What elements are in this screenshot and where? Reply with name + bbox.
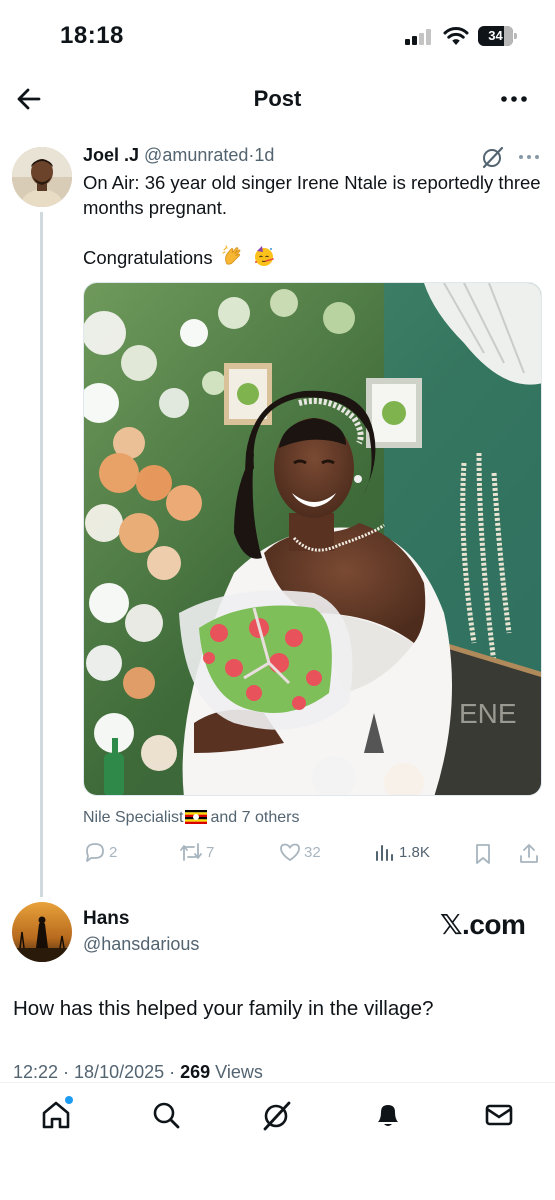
status-time: 18:18 xyxy=(60,22,124,49)
tweet-congrats-line: Congratulations xyxy=(83,245,275,270)
share-icon[interactable] xyxy=(517,842,541,866)
author-avatar[interactable] xyxy=(12,147,72,207)
reply-timestamp: 12:22 · 18/10/2025 · xyxy=(13,1062,181,1082)
x-com-watermark: 𝕏.com xyxy=(440,909,526,940)
reply-author-handle[interactable]: @hansdarious xyxy=(83,934,199,955)
tagged-users[interactable]: Nile Specialist and 7 others xyxy=(83,809,299,827)
repost-icon xyxy=(180,843,202,861)
views-count: 1.8K xyxy=(399,843,430,861)
reply-count: 2 xyxy=(109,843,118,861)
mail-icon xyxy=(485,1104,513,1126)
repost-count: 7 xyxy=(206,843,215,861)
thread-connector-line xyxy=(40,212,43,897)
nav-home[interactable] xyxy=(40,1096,73,1131)
wifi-icon xyxy=(443,27,469,45)
like-button[interactable]: 32 xyxy=(278,840,321,868)
reply-views-count: 269 xyxy=(180,1062,211,1082)
like-count: 32 xyxy=(304,843,321,861)
battery-level: 34 xyxy=(488,28,503,43)
reply-author-avatar[interactable] xyxy=(12,902,72,962)
status-bar: 18:18 34 xyxy=(0,0,555,70)
battery-icon: 34 xyxy=(478,26,518,46)
reply-icon xyxy=(86,843,104,862)
bell-icon xyxy=(378,1105,398,1126)
grok-nav-icon xyxy=(263,1101,291,1131)
author-handle[interactable]: @amunrated xyxy=(144,145,248,165)
views-chart-icon xyxy=(376,845,393,861)
reply-author-name[interactable]: Hans xyxy=(83,908,129,930)
post-time[interactable]: 1d xyxy=(254,145,274,165)
bottom-navigation xyxy=(0,1082,555,1200)
top-header: Post xyxy=(0,70,555,126)
reply-text: How has this helped your family in the v… xyxy=(13,997,434,1020)
tagged-first-user[interactable]: Nile Specialist xyxy=(83,809,183,826)
author-name[interactable]: Joel .J xyxy=(83,145,139,165)
tweet-photo[interactable]: ENE xyxy=(83,282,542,796)
heart-icon xyxy=(280,843,300,862)
search-icon xyxy=(153,1102,180,1129)
tweet-text: On Air: 36 year old singer Irene Ntale i… xyxy=(83,172,541,218)
nav-grok[interactable] xyxy=(261,1099,293,1131)
reply-views-label: Views xyxy=(210,1062,263,1082)
uganda-flag-icon xyxy=(185,810,208,824)
views-button[interactable]: 1.8K xyxy=(373,840,430,868)
tweet-actions: 2 7 32 1.8K xyxy=(83,840,543,868)
tagged-others[interactable]: and 7 others xyxy=(210,809,299,826)
nav-notifications[interactable] xyxy=(372,1099,404,1131)
reply-button[interactable]: 2 xyxy=(83,840,117,868)
author-row: Joel .J @amunrated·1d xyxy=(83,145,274,169)
bookmark-icon[interactable] xyxy=(472,842,494,866)
clapping-hands-icon xyxy=(222,245,241,265)
grok-icon[interactable] xyxy=(481,145,505,169)
partying-face-icon xyxy=(254,246,274,266)
repost-button[interactable]: 7 xyxy=(178,840,214,868)
tweet-more-icon[interactable] xyxy=(517,145,541,169)
more-options-icon[interactable] xyxy=(498,84,530,114)
nav-search[interactable] xyxy=(150,1099,182,1131)
home-notification-dot xyxy=(65,1096,73,1104)
reply-meta: 12:22 · 18/10/2025 · 269 Views xyxy=(13,1062,263,1083)
page-title: Post xyxy=(253,86,302,111)
nav-messages[interactable] xyxy=(483,1099,515,1131)
congrats-text: Congratulations xyxy=(83,247,213,268)
svg-text:ENE: ENE xyxy=(459,698,517,729)
cellular-signal-icon xyxy=(405,29,433,45)
